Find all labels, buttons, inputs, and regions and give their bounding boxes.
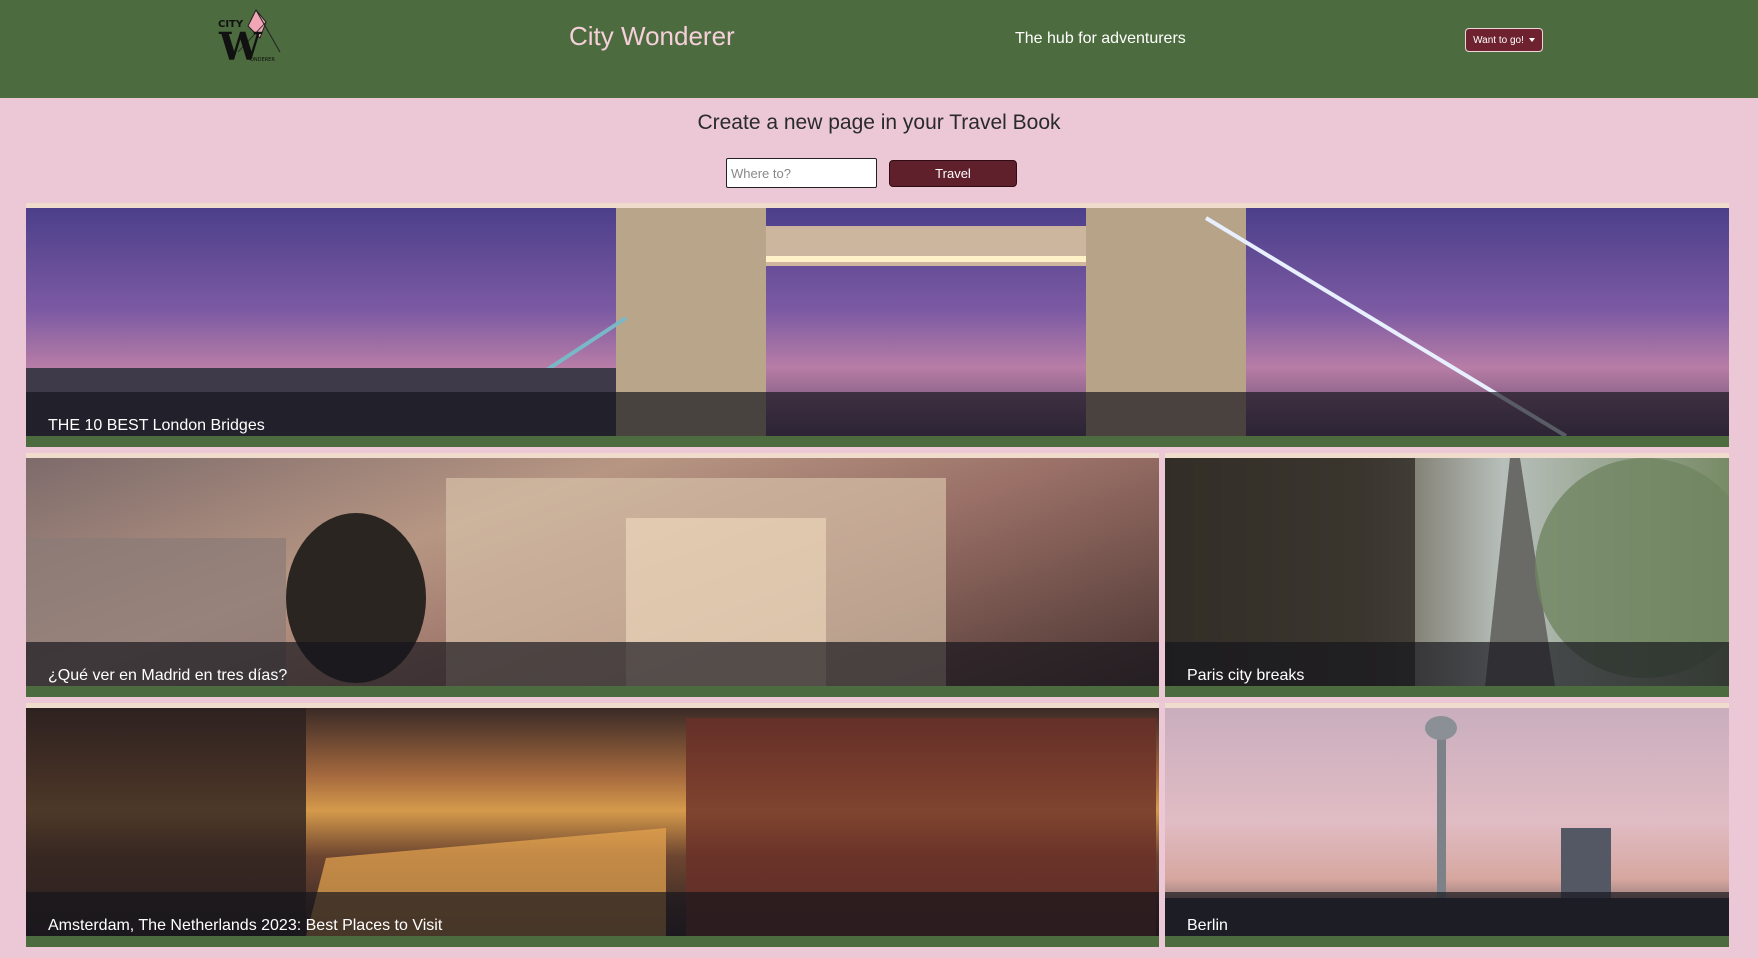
site-title: City Wonderer [569, 21, 735, 51]
caret-down-icon [1528, 38, 1535, 42]
card-amsterdam[interactable]: Amsterdam, The Netherlands 2023: Best Pl… [26, 703, 1159, 947]
card-paris[interactable]: Paris city breaks [1165, 453, 1729, 697]
site-logo[interactable]: CITY W ONDERER [218, 8, 282, 64]
travel-button[interactable]: Travel [889, 160, 1017, 187]
svg-text:ONDERER: ONDERER [250, 57, 275, 63]
card-london[interactable]: THE 10 BEST London Bridges [26, 203, 1729, 447]
card-madrid[interactable]: ¿Qué ver en Madrid en tres días? [26, 453, 1159, 697]
page-heading: Create a new page in your Travel Book [697, 111, 1061, 134]
caption-bar [1165, 892, 1729, 936]
card-caption: Paris city breaks [1187, 667, 1305, 684]
card-caption: Amsterdam, The Netherlands 2023: Best Pl… [48, 917, 443, 934]
want-to-go-dropdown[interactable]: Want to go! [1465, 28, 1543, 52]
destination-input[interactable] [726, 158, 877, 188]
card-caption: THE 10 BEST London Bridges [48, 417, 265, 434]
card-caption: ¿Qué ver en Madrid en tres días? [48, 667, 288, 684]
site-tagline: The hub for adventurers [1015, 30, 1186, 47]
dropdown-label: Want to go! [1473, 34, 1524, 46]
caption-bar [26, 392, 1729, 436]
card-berlin[interactable]: Berlin [1165, 703, 1729, 947]
card-caption: Berlin [1187, 917, 1228, 934]
site-header: CITY W ONDERER City Wonderer The hub for… [0, 0, 1758, 98]
